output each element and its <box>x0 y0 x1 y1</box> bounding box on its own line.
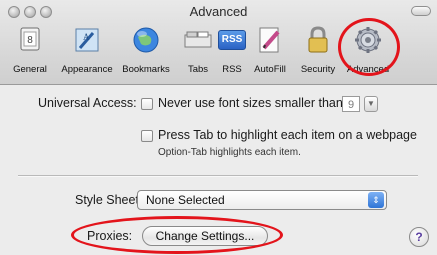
never-smaller-font-checkbox[interactable] <box>141 98 153 110</box>
style-sheet-value: None Selected <box>146 193 225 207</box>
autofill-pencil-icon <box>259 27 280 53</box>
style-sheet-popup[interactable]: None Selected ⇕ <box>137 190 387 210</box>
universal-access-label: Universal Access: <box>38 96 137 110</box>
window-title: Advanced <box>189 4 248 19</box>
title-toolbar-bar: Advanced 8 General A Appearance Bookmark… <box>0 0 437 85</box>
press-tab-label: Press Tab to highlight each item on a we… <box>158 128 417 142</box>
change-settings-button[interactable]: Change Settings... <box>142 226 268 246</box>
chevron-down-icon: ▼ <box>367 99 375 108</box>
rss-icon-text: RSS <box>221 34 243 45</box>
help-button[interactable]: ? <box>409 227 429 247</box>
help-glyph: ? <box>415 230 423 244</box>
toolbar-item-appearance[interactable]: A Appearance <box>59 24 115 76</box>
toolbar-label: Advanced <box>346 64 390 75</box>
toolbar-item-advanced[interactable]: Advanced <box>340 24 396 76</box>
svg-text:8: 8 <box>27 35 33 46</box>
font-size-value: 9 <box>347 99 355 111</box>
svg-text:A: A <box>83 32 90 42</box>
bookmarks-globe-icon <box>133 27 159 53</box>
preferences-window: Advanced 8 General A Appearance Bookmark… <box>0 0 437 255</box>
security-lock-icon <box>308 26 328 53</box>
updown-arrows-icon: ⇕ <box>368 192 384 208</box>
general-icon: 8 <box>20 27 40 51</box>
advanced-gear-icon <box>355 27 381 53</box>
proxies-label: Proxies: <box>87 229 133 243</box>
press-tab-checkbox[interactable] <box>141 130 153 142</box>
font-size-popup[interactable]: ▼ <box>364 96 378 112</box>
toolbar-toggle-button[interactable] <box>411 6 431 16</box>
never-smaller-font-label: Never use font sizes smaller than <box>158 96 343 110</box>
section-divider <box>18 175 418 177</box>
style-sheet-label: Style Sheet: <box>75 193 143 207</box>
option-tab-note: Option-Tab highlights each item. <box>158 147 301 158</box>
font-size-field[interactable]: 9 <box>342 96 360 112</box>
appearance-icon: A <box>75 28 99 52</box>
